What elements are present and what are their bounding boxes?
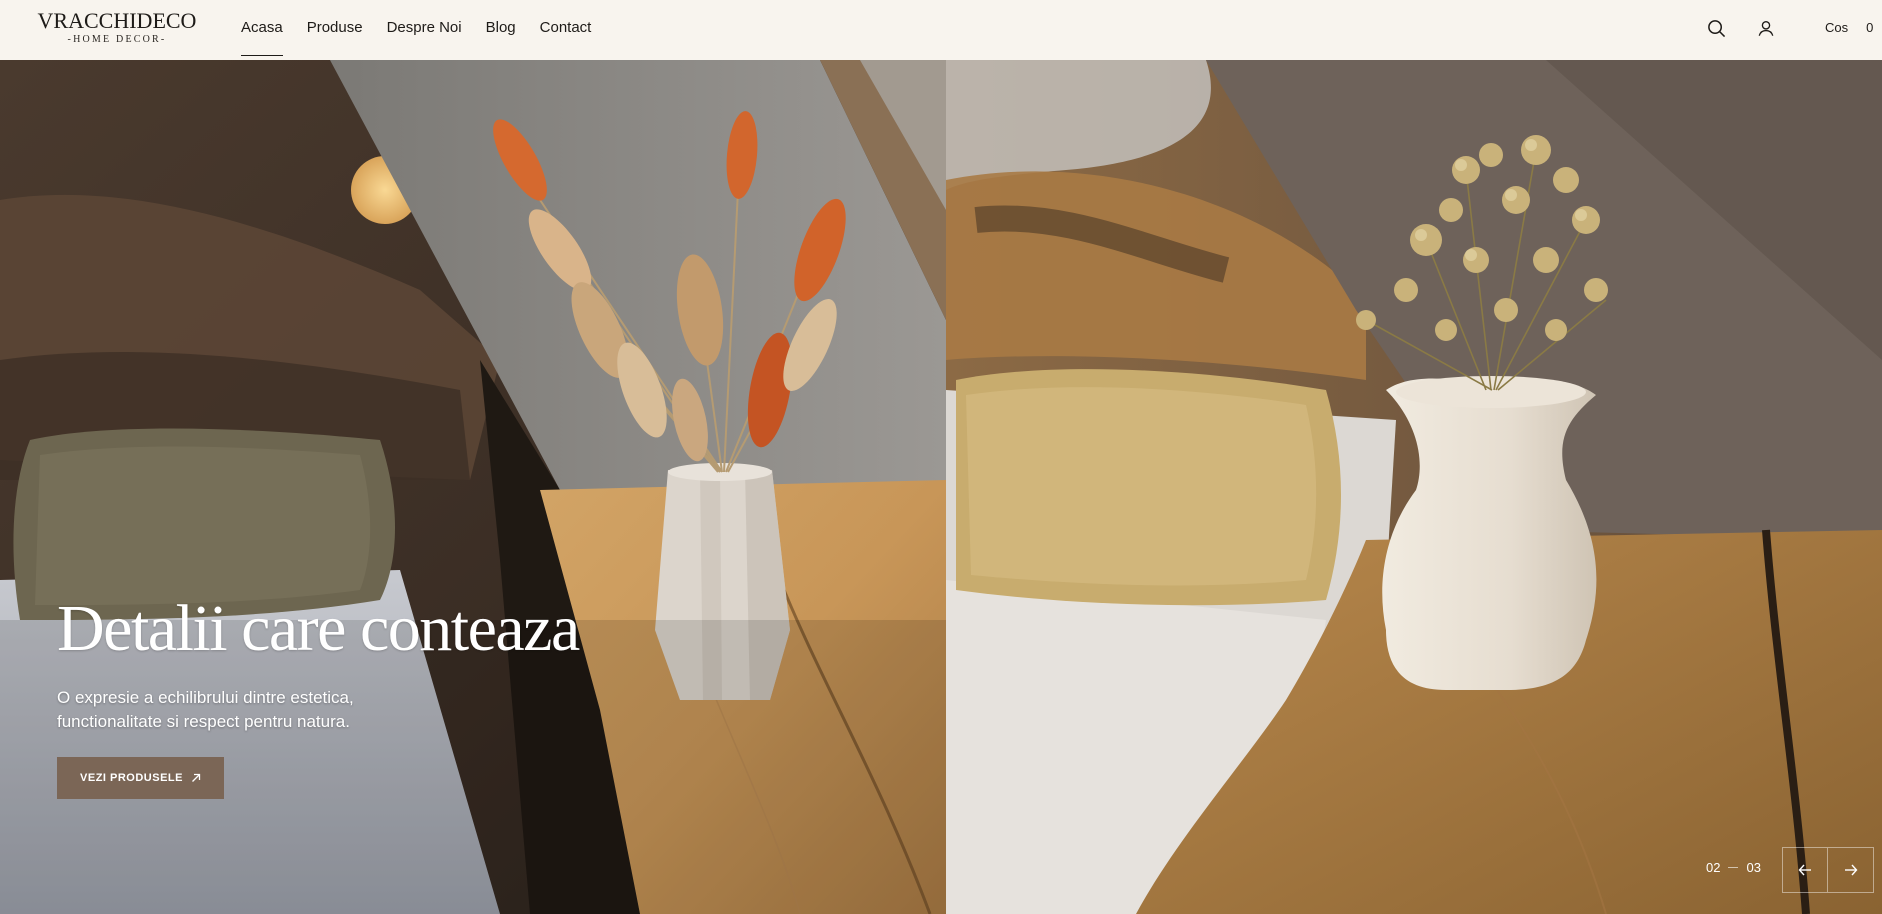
site-header: VRACCHIDECO -HOME DECOR- Acasa Produse D… — [0, 0, 1882, 60]
next-slide-button[interactable] — [1828, 847, 1874, 893]
slide-current: 02 — [1706, 860, 1721, 875]
arrow-up-right-icon — [192, 773, 201, 782]
search-icon — [1707, 19, 1725, 37]
cart-label: Cos — [1825, 20, 1849, 35]
slide-counter: 02 03 — [1706, 860, 1761, 875]
nav-item-despre-noi[interactable]: Despre Noi — [387, 0, 462, 60]
view-products-button[interactable]: VEZI PRODUSELE — [57, 757, 224, 799]
hero-title: Detalii care conteaza — [57, 592, 580, 665]
nav-item-acasa[interactable]: Acasa — [241, 0, 283, 60]
hero-slider: Detalii care conteaza O expresie a echil… — [0, 60, 1882, 914]
user-icon — [1758, 21, 1774, 36]
hero-image-pitcher-vase — [946, 60, 1882, 914]
cart-count: 0 — [1866, 20, 1874, 35]
nav-item-blog[interactable]: Blog — [486, 0, 516, 60]
arrow-left-icon — [1798, 864, 1811, 876]
brand-tagline: -HOME DECOR- — [67, 34, 167, 45]
hero-subtitle: O expresie a echilibrului dintre estetic… — [57, 688, 354, 731]
nav-item-contact[interactable]: Contact — [540, 0, 592, 60]
view-products-label: VEZI PRODUSELE — [80, 772, 183, 784]
search-button[interactable] — [1704, 16, 1728, 40]
slide-total: 03 — [1746, 860, 1761, 875]
prev-slide-button[interactable] — [1782, 847, 1828, 893]
brand-logo[interactable]: VRACCHIDECO -HOME DECOR- — [34, 10, 200, 46]
cart-link[interactable]: Cos 0 — [1825, 20, 1873, 35]
nav-item-produse[interactable]: Produse — [307, 0, 363, 60]
hero-content: Detalii care conteaza O expresie a echil… — [57, 592, 580, 799]
brand-name: VRACCHIDECO — [37, 8, 197, 33]
slider-arrows — [1782, 847, 1874, 893]
main-nav: Acasa Produse Despre Noi Blog Contact — [241, 0, 591, 60]
account-button[interactable] — [1754, 16, 1778, 40]
counter-divider — [1728, 867, 1739, 868]
arrow-right-icon — [1844, 864, 1857, 876]
